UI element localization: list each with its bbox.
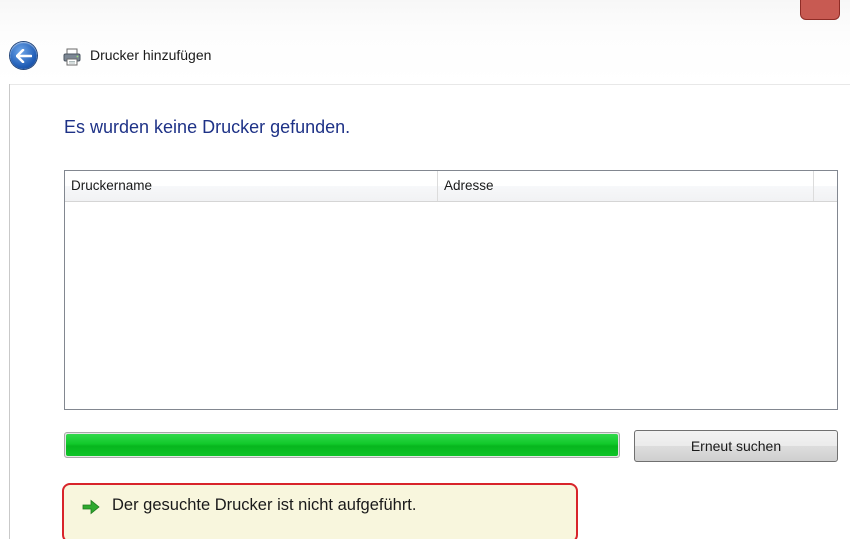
search-progress-bar <box>64 432 620 458</box>
page-heading: Es wurden keine Drucker gefunden. <box>64 117 351 137</box>
column-header-filler <box>814 171 837 201</box>
list-header: Druckername Adresse <box>65 171 837 202</box>
retry-search-button[interactable]: Erneut suchen <box>634 430 838 462</box>
printer-list[interactable]: Druckername Adresse <box>64 170 838 410</box>
printer-not-listed-link[interactable]: Der gesuchte Drucker ist nicht aufgeführ… <box>62 483 578 539</box>
window-left-border <box>9 84 10 539</box>
printer-not-listed-text: Der gesuchte Drucker ist nicht aufgeführ… <box>112 496 417 514</box>
column-header-adresse[interactable]: Adresse <box>438 171 814 201</box>
green-arrow-icon <box>82 499 100 515</box>
window-title: Drucker hinzufügen <box>90 47 212 63</box>
printer-icon <box>63 48 81 66</box>
title-bar: Drucker hinzufügen <box>0 0 850 84</box>
column-header-druckername[interactable]: Druckername <box>65 171 438 201</box>
close-button[interactable] <box>800 0 840 20</box>
progress-fill <box>66 434 618 456</box>
back-arrow-icon <box>15 48 32 63</box>
back-button[interactable] <box>10 42 37 69</box>
content-divider <box>10 84 850 85</box>
add-printer-window: Drucker hinzufügen Es wurden keine Druck… <box>0 0 850 539</box>
